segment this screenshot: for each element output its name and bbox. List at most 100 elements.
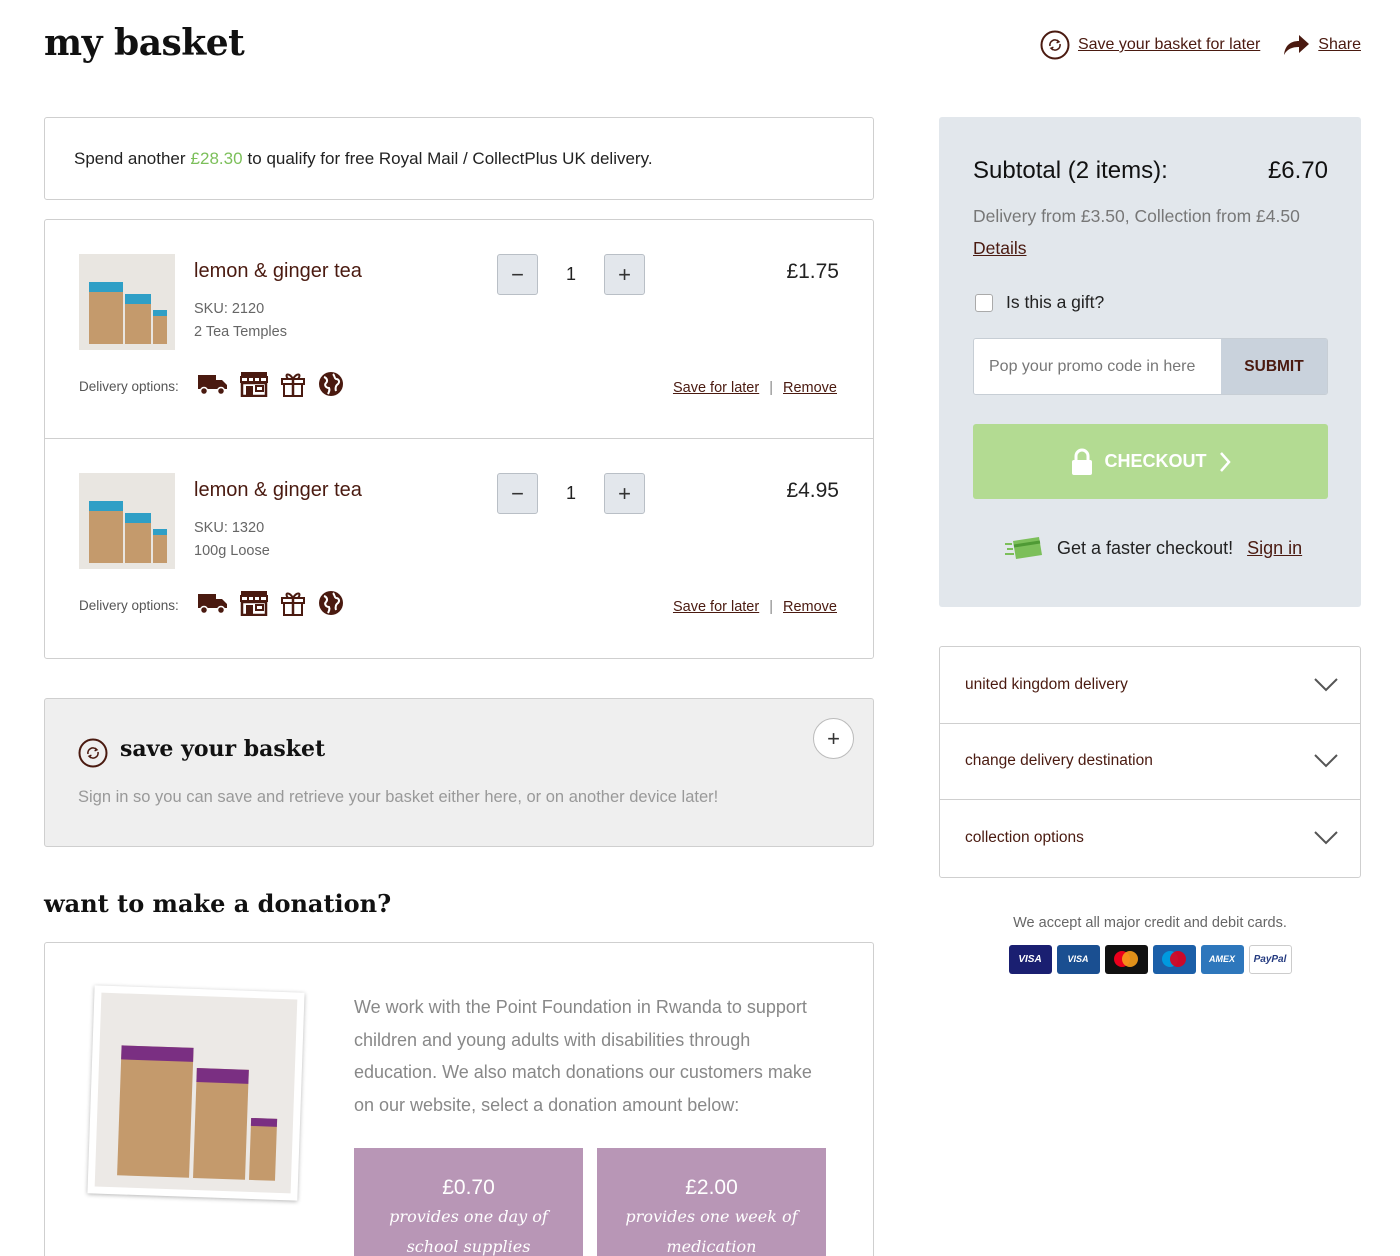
donation-amount: £2.00 (685, 1176, 738, 1199)
header-links: Save your basket for later Share (1040, 30, 1361, 60)
faster-checkout-text: Get a faster checkout! (1057, 537, 1234, 558)
share-arrow-icon (1284, 35, 1310, 55)
save-basket-title: save your basket (120, 736, 326, 762)
basket-item: lemon & ginger tea SKU: 2120 2 Tea Templ… (45, 220, 873, 439)
banner-amount: £28.30 (190, 148, 243, 168)
delivery-options-icons (198, 371, 344, 397)
product-sku: SKU: 2120 (194, 301, 265, 317)
chevron-down-icon (1314, 678, 1338, 692)
truck-icon (198, 375, 227, 396)
product-name[interactable]: lemon & ginger tea (194, 260, 362, 283)
accordion-label: united kingdom delivery (965, 675, 1128, 693)
product-variant: 100g Loose (194, 543, 270, 559)
product-sku: SKU: 1320 (194, 520, 265, 536)
actions-separator: | (769, 599, 773, 615)
share-link[interactable]: Share (1282, 33, 1361, 57)
share-label: Share (1318, 36, 1361, 53)
promo-code-form: SUBMIT (973, 338, 1328, 395)
visa-card-icon: VISA (1008, 944, 1052, 974)
gift-label: Is this a gift? (1006, 292, 1105, 312)
gift-checkbox[interactable] (975, 293, 993, 312)
lock-icon (1071, 448, 1092, 475)
chevron-right-icon (1219, 451, 1231, 472)
donation-panel: We work with the Point Foundation in Rwa… (44, 942, 874, 1256)
store-icon (240, 591, 268, 616)
page-title: my basket (44, 22, 245, 64)
donation-desc-line2: school supplies (406, 1237, 531, 1256)
promo-code-input[interactable] (974, 339, 1221, 394)
donation-description: We work with the Point Foundation in Rwa… (354, 997, 812, 1115)
checkout-button[interactable]: CHECKOUT (973, 424, 1328, 499)
fast-card-icon (1005, 537, 1042, 559)
donation-options: £0.70 provides one day of school supplie… (354, 1148, 826, 1256)
refresh-circle-icon (78, 738, 108, 768)
item-actions: Save for later | Remove (673, 599, 837, 615)
store-icon (240, 372, 268, 397)
promo-submit-button[interactable]: SUBMIT (1221, 339, 1327, 394)
paypal-card-icon: PayPal (1248, 944, 1292, 974)
item-actions: Save for later | Remove (673, 380, 837, 396)
basket-item: lemon & ginger tea SKU: 1320 100g Loose … (45, 439, 873, 658)
faster-checkout: Get a faster checkout! Sign in (1005, 535, 1302, 561)
donation-desc-line1: provides one week of (625, 1207, 798, 1226)
payment-cards: VISA VISA AMEX PayPal (939, 944, 1361, 974)
globe-icon (319, 372, 343, 396)
quantity-stepper: − 1 + (497, 473, 645, 514)
gift-option: Is this a gift? (975, 292, 1104, 313)
accordion-item-uk-delivery[interactable]: united kingdom delivery (940, 647, 1360, 724)
save-basket-later-link[interactable]: Save your basket for later (1040, 30, 1260, 60)
save-basket-panel: save your basket Sign in so you can save… (44, 698, 874, 847)
donation-amount: £0.70 (442, 1176, 495, 1199)
refresh-circle-icon (1040, 30, 1070, 60)
delivery-options-label: Delivery options: (79, 379, 179, 394)
quantity-value[interactable]: 1 (538, 483, 604, 504)
donation-option[interactable]: £2.00 provides one week of medication (597, 1148, 826, 1256)
chevron-down-icon (1314, 831, 1338, 845)
increase-quantity-button[interactable]: + (604, 254, 645, 295)
maestro-card-icon (1152, 944, 1196, 974)
banner-suffix: to qualify for free Royal Mail / Collect… (247, 148, 653, 168)
gift-icon (281, 373, 305, 397)
donation-option[interactable]: £0.70 provides one day of school supplie… (354, 1148, 583, 1256)
accordion-item-collection-options[interactable]: collection options (940, 800, 1360, 877)
delivery-details-link[interactable]: Details (973, 238, 1027, 259)
delivery-options-icons (198, 590, 344, 616)
product-name[interactable]: lemon & ginger tea (194, 479, 362, 502)
save-basket-text: Sign in so you can save and retrieve you… (78, 788, 719, 806)
donation-product-photo (87, 985, 305, 1201)
save-basket-later-label: Save your basket for later (1077, 36, 1261, 53)
delivery-from-text: Delivery from £3.50, Collection from £4.… (973, 206, 1300, 226)
order-summary: Subtotal (2 items): £6.70 Delivery from … (939, 117, 1361, 607)
delivery-options-label: Delivery options: (79, 598, 179, 613)
free-delivery-banner: Spend another £28.30 to qualify for free… (44, 117, 874, 200)
decrease-quantity-button[interactable]: − (497, 473, 538, 514)
donation-desc-line1: provides one day of (389, 1207, 548, 1226)
remove-item-link[interactable]: Remove (783, 599, 837, 615)
quantity-value[interactable]: 1 (538, 264, 604, 285)
accordion-item-change-destination[interactable]: change delivery destination (940, 724, 1360, 800)
product-thumbnail[interactable] (79, 254, 175, 350)
amex-card-icon: AMEX (1200, 944, 1244, 974)
chevron-down-icon (1314, 754, 1338, 768)
product-variant: 2 Tea Temples (194, 324, 287, 340)
remove-item-link[interactable]: Remove (783, 380, 837, 396)
quantity-stepper: − 1 + (497, 254, 645, 295)
globe-icon (319, 591, 343, 615)
expand-save-basket-button[interactable]: + (813, 718, 854, 759)
delivery-accordion: united kingdom delivery change delivery … (939, 646, 1361, 878)
visa-electron-card-icon: VISA (1056, 944, 1100, 974)
product-price: £1.75 (786, 260, 839, 283)
gift-icon (281, 592, 305, 616)
subtotal-value: £6.70 (1267, 157, 1328, 184)
save-for-later-link[interactable]: Save for later (673, 599, 759, 615)
save-for-later-link[interactable]: Save for later (673, 380, 759, 396)
decrease-quantity-button[interactable]: − (497, 254, 538, 295)
donation-title: want to make a donation? (44, 889, 392, 918)
accordion-label: change delivery destination (965, 752, 1153, 770)
accordion-label: collection options (965, 829, 1084, 847)
sign-in-link[interactable]: Sign in (1247, 538, 1302, 559)
product-thumbnail[interactable] (79, 473, 175, 569)
increase-quantity-button[interactable]: + (604, 473, 645, 514)
basket-items: lemon & ginger tea SKU: 2120 2 Tea Templ… (44, 219, 874, 659)
basket-column: Spend another £28.30 to qualify for free… (44, 117, 874, 1256)
